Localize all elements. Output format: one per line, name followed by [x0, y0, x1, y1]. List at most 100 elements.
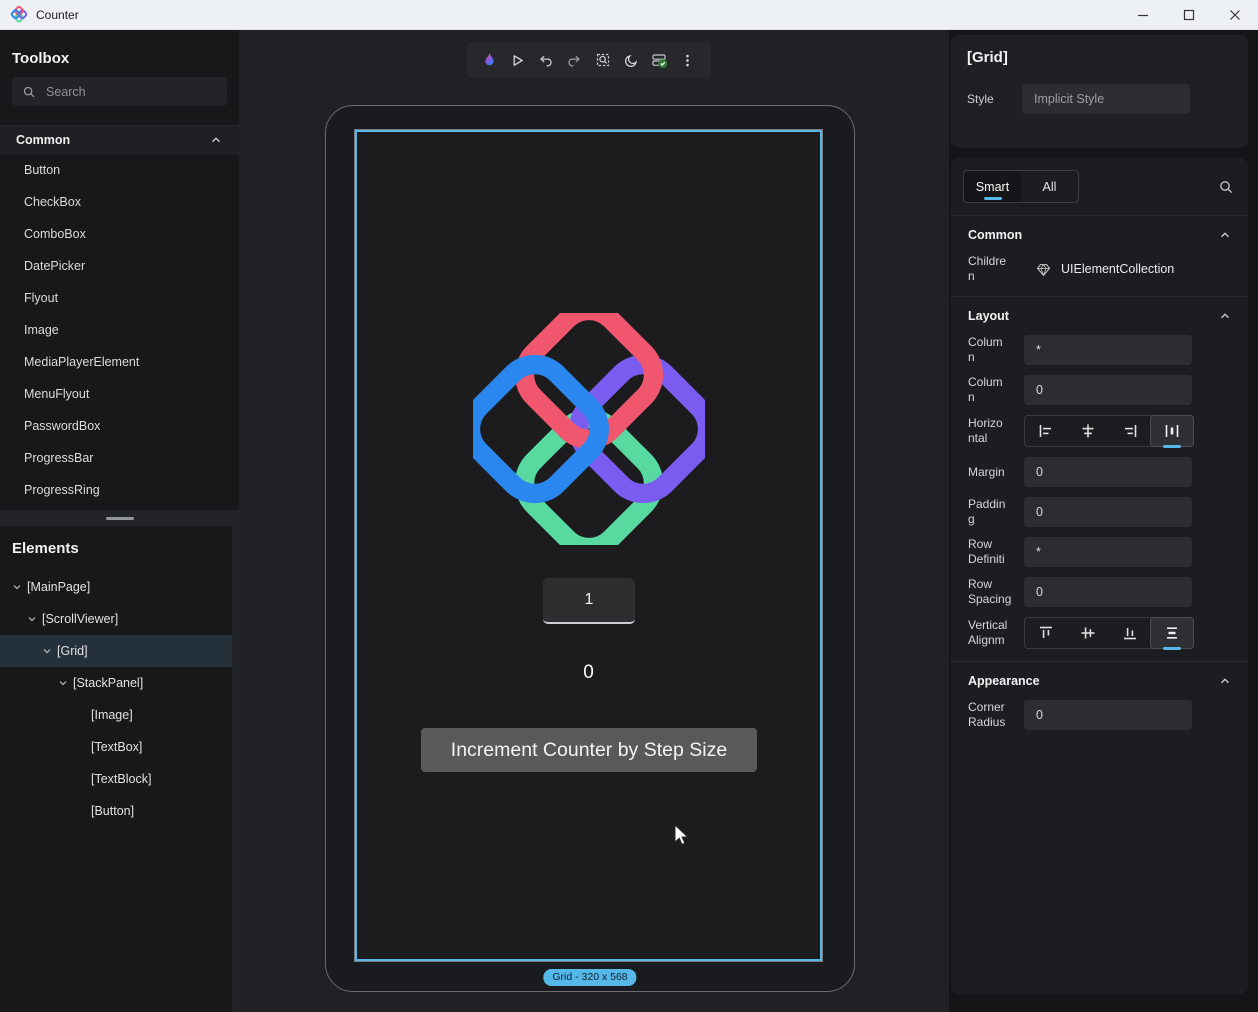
column-input[interactable] — [1024, 375, 1192, 405]
selection-size-badge: Grid - 320 x 568 — [543, 969, 636, 986]
validation-check-icon[interactable] — [649, 49, 671, 71]
collection-gem-icon — [1036, 262, 1051, 277]
active-tab-indicator — [984, 197, 1002, 200]
device-frame: 1 0 Increment Counter by Step Size Grid … — [325, 105, 855, 992]
hot-design-flame-icon[interactable] — [478, 49, 500, 71]
uno-logo-image[interactable] — [473, 313, 705, 545]
undo-icon[interactable] — [535, 49, 557, 71]
maximize-button[interactable] — [1166, 0, 1212, 29]
section-common: Common Childre n UIElementCollection — [951, 215, 1248, 296]
inspect-element-icon[interactable] — [592, 49, 614, 71]
toolbox-item-progressbar[interactable]: ProgressBar — [0, 442, 239, 474]
common-section-title: Common — [968, 228, 1022, 242]
children-value[interactable]: UIElementCollection — [1061, 262, 1174, 276]
chevron-up-icon[interactable] — [1218, 674, 1232, 688]
window-title: Counter — [36, 8, 79, 22]
children-label: Childre n — [968, 254, 1024, 284]
row-spacing-input[interactable] — [1024, 577, 1192, 607]
style-label: Style — [967, 92, 1022, 106]
chevron-up-icon[interactable] — [1218, 228, 1232, 242]
app-logo-icon — [10, 6, 28, 24]
horizontal-alignment-label: Horizo ntal — [968, 416, 1024, 446]
grid-selection-canvas[interactable]: 1 0 Increment Counter by Step Size — [355, 130, 822, 961]
section-appearance: Appearance Corner Radius — [951, 661, 1248, 742]
counter-textblock: 0 — [357, 662, 820, 684]
tree-item-textbox[interactable]: [TextBox] — [0, 731, 239, 763]
toolbox-item-checkbox[interactable]: CheckBox — [0, 186, 239, 218]
toolbox-item-datepicker[interactable]: DatePicker — [0, 250, 239, 282]
toolbox-search[interactable] — [12, 77, 227, 106]
column-definitions-label: Colum n — [968, 335, 1024, 365]
close-button[interactable] — [1212, 0, 1258, 29]
design-surface: 1 0 Increment Counter by Step Size Grid … — [239, 30, 949, 1012]
align-center-horizontal-icon[interactable] — [1067, 416, 1109, 446]
toolbox-item-passwordbox[interactable]: PasswordBox — [0, 410, 239, 442]
panel-splitter[interactable] — [0, 510, 239, 526]
chevron-down-icon[interactable] — [56, 677, 70, 689]
corner-radius-label: Corner Radius — [968, 700, 1024, 730]
tree-item-image[interactable]: [Image] — [0, 699, 239, 731]
properties-search-icon[interactable] — [1218, 179, 1234, 195]
chevron-down-icon[interactable] — [25, 613, 39, 625]
selected-indicator — [1163, 445, 1181, 448]
align-center-vertical-icon[interactable] — [1067, 618, 1109, 648]
style-input[interactable] — [1022, 84, 1190, 114]
selected-element-title: [Grid] — [967, 49, 1232, 66]
properties-card: Smart All Common Childre — [951, 158, 1248, 994]
section-layout: Layout Colum n Colum n Horizo ntal — [951, 296, 1248, 661]
stretch-vertical-icon-selected[interactable] — [1150, 617, 1194, 649]
tab-all[interactable]: All — [1021, 171, 1078, 202]
splitter-grip-icon — [106, 517, 134, 520]
more-kebab-icon[interactable] — [677, 49, 699, 71]
mouse-cursor — [670, 823, 692, 847]
search-icon — [22, 85, 36, 99]
tree-item-button[interactable]: [Button] — [0, 795, 239, 827]
increment-counter-button[interactable]: Increment Counter by Step Size — [421, 728, 757, 772]
toolbox-item-mediaplayerelement[interactable]: MediaPlayerElement — [0, 346, 239, 378]
tree-item-textblock[interactable]: [TextBlock] — [0, 763, 239, 795]
minimize-button[interactable] — [1120, 0, 1166, 29]
toolbox-list: Button CheckBox ComboBox DatePicker Flyo… — [0, 154, 239, 506]
layout-section-title: Layout — [968, 309, 1009, 323]
toolbox-item-button[interactable]: Button — [0, 154, 239, 186]
section-label: Common — [16, 133, 70, 147]
stretch-horizontal-icon-selected[interactable] — [1150, 415, 1194, 447]
theme-toggle-moon-icon[interactable] — [620, 49, 642, 71]
tab-smart[interactable]: Smart — [964, 171, 1021, 202]
vertical-alignment-label: Vertical Alignm — [968, 618, 1024, 648]
toolbox-title: Toolbox — [12, 50, 227, 67]
corner-radius-input[interactable] — [1024, 700, 1192, 730]
step-size-textbox[interactable]: 1 — [543, 578, 635, 624]
sidebar-scrollbar[interactable] — [232, 525, 239, 1012]
toolbox-section-common[interactable]: Common — [0, 125, 239, 154]
toolbox-item-combobox[interactable]: ComboBox — [0, 218, 239, 250]
vertical-alignment-group — [1024, 617, 1194, 649]
chevron-down-icon[interactable] — [40, 645, 54, 657]
toolbox-item-progressring[interactable]: ProgressRing — [0, 474, 239, 506]
tree-item-grid-selected[interactable]: [Grid] — [0, 635, 239, 667]
column-definitions-input[interactable] — [1024, 335, 1192, 365]
chevron-up-icon[interactable] — [209, 133, 223, 147]
align-top-icon[interactable] — [1025, 618, 1067, 648]
chevron-down-icon[interactable] — [10, 581, 24, 593]
margin-label: Margin — [968, 465, 1024, 480]
toolbox-item-menuflyout[interactable]: MenuFlyout — [0, 378, 239, 410]
toolbox-item-flyout[interactable]: Flyout — [0, 282, 239, 314]
appearance-section-title: Appearance — [968, 674, 1040, 688]
padding-input[interactable] — [1024, 497, 1192, 527]
chevron-up-icon[interactable] — [1218, 309, 1232, 323]
tree-item-stackpanel[interactable]: [StackPanel] — [0, 667, 239, 699]
tree-item-scrollviewer[interactable]: [ScrollViewer] — [0, 603, 239, 635]
tree-item-mainpage[interactable]: [MainPage] — [0, 571, 239, 603]
align-left-icon[interactable] — [1025, 416, 1067, 446]
margin-input[interactable] — [1024, 457, 1192, 487]
align-bottom-icon[interactable] — [1109, 618, 1151, 648]
align-right-icon[interactable] — [1109, 416, 1151, 446]
search-input[interactable] — [46, 85, 206, 99]
row-definitions-input[interactable] — [1024, 537, 1192, 567]
selected-indicator — [1163, 647, 1181, 650]
redo-icon[interactable] — [563, 49, 585, 71]
row-definitions-label: Row Definiti — [968, 537, 1024, 567]
play-icon[interactable] — [506, 49, 528, 71]
toolbox-item-image[interactable]: Image — [0, 314, 239, 346]
